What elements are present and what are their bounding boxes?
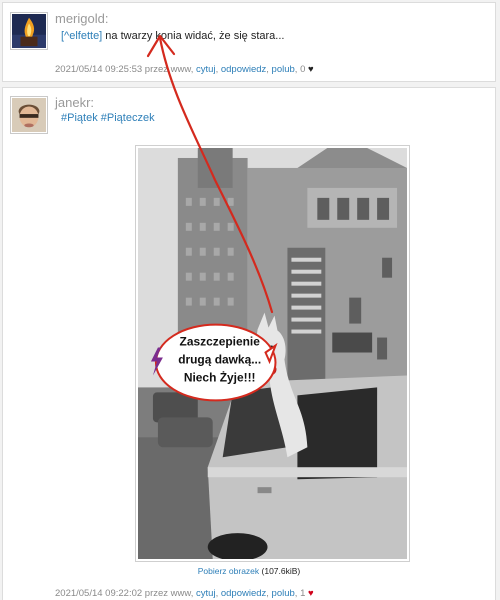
avatar-image	[12, 14, 46, 48]
download-size: (107.6kiB)	[259, 566, 301, 576]
like-link[interactable]: polub	[272, 64, 295, 75]
like-count: 1	[300, 588, 306, 599]
comment-meta: 2021/05/14 09:22:02 przez www, cytuj, od…	[55, 588, 314, 599]
timestamp: 2021/05/14 09:25:53 przez www,	[55, 64, 197, 75]
reply-link[interactable]: odpowiedz	[221, 64, 266, 75]
avatar[interactable]	[10, 12, 48, 50]
avatar-image	[12, 98, 46, 132]
hashtag-link[interactable]: #Piąteczek	[101, 112, 155, 124]
avatar[interactable]	[10, 96, 48, 134]
image-caption-line: Zaszczepienie	[180, 335, 261, 349]
like-count: 0	[300, 64, 306, 75]
like-link[interactable]: polub	[272, 588, 295, 599]
reply-link[interactable]: odpowiedz	[221, 588, 266, 599]
comment-text: [^elfette] na twarzy konia widać, że się…	[61, 30, 284, 42]
image-caption-line: Niech Żyje!!!	[184, 369, 256, 384]
comment-merigold: merigold: [^elfette] na twarzy konia wid…	[2, 2, 496, 82]
image-caption-line: drugą dawką...	[178, 352, 261, 366]
username[interactable]: janekr:	[55, 95, 94, 110]
download-image-link[interactable]: Pobierz obrazek	[198, 566, 259, 576]
attached-image[interactable]: Zaszczepienie drugą dawką... Niech Żyje!…	[135, 145, 410, 562]
heart-icon: ♥	[308, 588, 314, 599]
quote-link[interactable]: cytuj	[196, 588, 216, 599]
hashtag-link[interactable]: #Piątek	[61, 112, 98, 124]
comment-meta: 2021/05/14 09:25:53 przez www, cytuj, od…	[55, 64, 314, 75]
comment-janekr: janekr: #Piątek #Piąteczek Zaszczepienie…	[2, 87, 496, 600]
llama-taxi-photo: Zaszczepienie drugą dawką... Niech Żyje!…	[138, 148, 407, 559]
comment-tags: #Piątek #Piąteczek	[61, 112, 155, 124]
quote-link[interactable]: cytuj	[196, 64, 216, 75]
reply-tag-link[interactable]: [^elfette]	[61, 30, 102, 42]
heart-icon: ♥	[308, 64, 314, 75]
username[interactable]: merigold:	[55, 11, 108, 26]
download-row: Pobierz obrazek (107.6kiB)	[3, 566, 495, 576]
comment-body: na twarzy konia widać, że się stara...	[102, 30, 285, 42]
timestamp: 2021/05/14 09:22:02 przez www,	[55, 588, 197, 599]
